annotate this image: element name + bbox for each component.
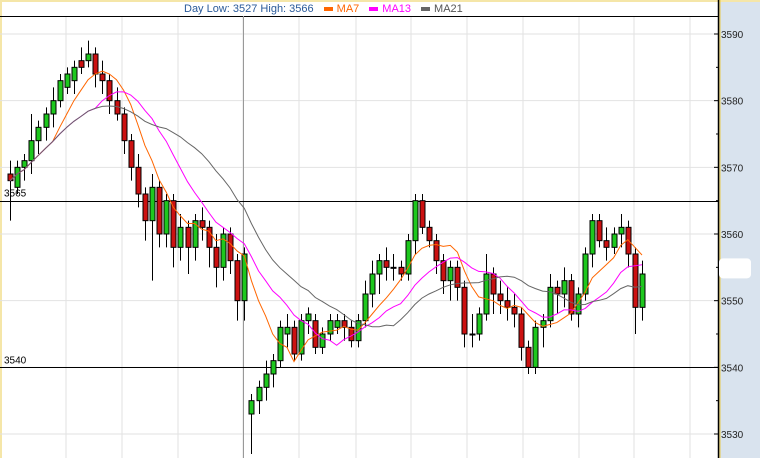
candle-up (390, 266, 397, 269)
candle-up (43, 113, 50, 128)
chart-legend: Day Low: 3527 High: 3566 MA7 MA13 MA21 (184, 3, 463, 15)
candle-down (518, 313, 525, 348)
candle-up (263, 373, 270, 388)
y-tick-label: 3560 (721, 230, 744, 241)
candlestick-chart: 3565 3540 3590 3580 3570 3560 3550 3540 3530 (0, 0, 760, 458)
y-tick-label: 3530 (721, 430, 744, 441)
legend-ma7: MA7 (323, 3, 360, 15)
candle-up (50, 100, 57, 115)
y-tick-label: 3540 (721, 363, 744, 374)
candle-up (589, 220, 596, 255)
candle-up (334, 320, 341, 328)
candle-down (454, 266, 461, 288)
candle-down (78, 60, 85, 68)
candle-down (199, 220, 206, 228)
candle-down (135, 166, 142, 195)
candle-down (92, 53, 99, 75)
reference-line-label: 3540 (4, 355, 27, 366)
candle-down (497, 293, 504, 302)
candle-up (447, 266, 454, 282)
candle-down (291, 326, 298, 355)
candle-up (639, 273, 646, 308)
ma21-swatch (421, 7, 431, 11)
candle-down (554, 286, 561, 295)
candle-up (284, 326, 291, 335)
ma7-swatch (323, 7, 333, 11)
candle-down (398, 266, 405, 275)
candle-down (234, 260, 241, 302)
candle-down (142, 193, 149, 222)
candle-up (149, 186, 156, 222)
candle-down (525, 346, 532, 368)
candle-up (362, 293, 369, 322)
candle-up (28, 140, 35, 162)
reference-line-label: 3565 (4, 189, 27, 200)
candle-up (469, 333, 476, 336)
candle-up (71, 66, 78, 82)
y-axis-panel (718, 0, 760, 458)
legend-ma13: MA13 (369, 3, 411, 15)
candle-up (369, 273, 376, 295)
legend-ma21-label: MA21 (434, 3, 463, 15)
candle-up (319, 333, 326, 348)
legend-ma21: MA21 (421, 3, 463, 15)
candle-up (327, 320, 334, 335)
candle-down (504, 300, 511, 308)
candle-up (64, 73, 71, 88)
candle-down (128, 140, 135, 168)
y-tick-label: 3580 (721, 97, 744, 108)
candle-up (256, 386, 263, 402)
candle-up (85, 53, 92, 62)
candle-up (248, 400, 255, 415)
candle-up (532, 326, 539, 368)
y-tick-label: 3550 (721, 297, 744, 308)
candle-down (227, 233, 234, 262)
candle-down (433, 240, 440, 262)
candle-down (419, 200, 426, 228)
y-tick-label: 3590 (721, 30, 744, 41)
legend-ma13-label: MA13 (382, 3, 412, 15)
candle-down (185, 226, 192, 248)
candle-down (596, 220, 603, 242)
candle-down (106, 80, 113, 102)
candle-down (632, 253, 639, 308)
candle-down (156, 186, 163, 235)
candle-up (177, 226, 184, 248)
legend-ma7-label: MA7 (336, 3, 360, 15)
candle-down (490, 273, 497, 295)
y-tick-label: 3570 (721, 163, 744, 174)
candle-up (35, 126, 42, 142)
candle-up (476, 313, 483, 335)
candle-down (461, 286, 468, 335)
candle-down (603, 240, 610, 248)
candle-up (618, 226, 625, 235)
candle-down (426, 226, 433, 242)
candle-down (99, 73, 106, 82)
candle-up (14, 166, 21, 188)
candle-down (213, 246, 220, 268)
candle-up (270, 360, 277, 375)
day-range-label: Day Low: 3527 High: 3566 (184, 3, 314, 15)
candle-up (561, 280, 568, 295)
candle-down (511, 306, 518, 315)
ma13-swatch (369, 7, 379, 11)
top-border (0, 0, 760, 2)
current-price-marker (719, 258, 751, 279)
plot-background (0, 0, 718, 458)
candle-up (376, 260, 383, 275)
candle-down (121, 113, 128, 142)
candle-up (21, 160, 28, 168)
candle-up (305, 313, 312, 322)
left-border (0, 0, 2, 458)
candle-up (412, 200, 419, 242)
candle-up (57, 80, 64, 102)
candle-down (383, 260, 390, 268)
candle-up (163, 200, 170, 235)
candle-up (611, 233, 618, 248)
